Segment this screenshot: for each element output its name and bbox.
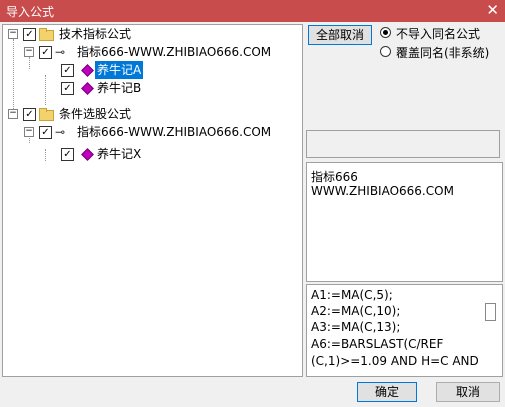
window-title: 导入公式 [6,5,55,19]
tree-leaf-yangniu-x[interactable]: ✓ 养牛记X [3,145,302,163]
close-icon[interactable]: ✕ [486,1,499,19]
ok-button[interactable]: 确定 [357,382,417,402]
folder-icon [39,108,54,121]
description-panel: 指标666 WWW.ZHIBIAO666.COM [306,162,503,282]
tree-leaf-label: 养牛记A [95,61,144,79]
checkbox[interactable]: ✓ [23,108,36,121]
checkbox[interactable]: ✓ [39,46,52,59]
tree-node-label: 条件选股公式 [59,107,132,121]
skip-duplicates-label[interactable]: 不导入同名公式 [396,25,480,42]
scrollbar-thumb[interactable] [485,303,496,321]
code-line: A1:=MA(C,5); [311,288,393,302]
formula-icon [81,148,94,161]
tree-node-indicator-666[interactable]: − ✓ ⊸ 指标666-WWW.ZHIBIAO666.COM [3,123,302,141]
checkbox[interactable]: ✓ [61,148,74,161]
overwrite-duplicates-label[interactable]: 覆盖同名(非系统) [396,44,489,61]
tree-node-label: 指标666-WWW.ZHIBIAO666.COM [77,125,272,139]
tree-node-indicator-666[interactable]: − ✓ ⊸ 指标666-WWW.ZHIBIAO666.COM [3,43,302,61]
tree-node-label: 技术指标公式 [59,27,132,41]
code-line: A6:=BARSLAST(C/REF [311,337,444,351]
key-icon: ⊸ [55,125,66,139]
code-line: A3:=MA(C,13); [311,320,401,334]
formula-tree[interactable]: − ✓ 技术指标公式 − ✓ ⊸ 指标666-WWW.ZHIBIAO666.CO… [2,24,303,377]
checkbox[interactable]: ✓ [61,64,74,77]
formula-icon [81,82,94,95]
tree-leaf-yangniu-b[interactable]: ✓ 养牛记B [3,79,302,97]
key-icon: ⊸ [55,45,66,59]
tree-node-label: 指标666-WWW.ZHIBIAO666.COM [77,45,272,59]
code-panel[interactable]: A1:=MA(C,5); A2:=MA(C,10); A3:=MA(C,13);… [306,284,503,377]
formula-icon [81,64,94,77]
status-field [306,130,500,158]
cancel-all-button[interactable]: 全部取消 [308,25,372,45]
collapse-icon[interactable]: − [24,127,34,137]
checkbox[interactable]: ✓ [39,126,52,139]
tree-node-group-select[interactable]: − ✓ 条件选股公式 [3,105,302,123]
tree-leaf-label: 养牛记B [97,81,142,95]
collapse-icon[interactable]: − [8,109,18,119]
cancel-button[interactable]: 取消 [436,382,500,402]
collapse-icon[interactable]: − [8,29,18,39]
tree-leaf-yangniu-a[interactable]: ✓ 养牛记A [3,61,302,79]
collapse-icon[interactable]: − [24,47,34,57]
code-line: A2:=MA(C,10); [311,304,401,318]
tree-leaf-label: 养牛记X [97,147,142,161]
description-line: 指标666 [311,170,358,184]
description-line: WWW.ZHIBIAO666.COM [311,184,454,198]
overwrite-duplicates-radio[interactable] [380,46,391,57]
skip-duplicates-radio[interactable] [380,27,391,38]
checkbox[interactable]: ✓ [23,28,36,41]
folder-icon [39,28,54,41]
code-line: (C,1)>=1.09 AND H=C AND [311,354,479,368]
checkbox[interactable]: ✓ [61,82,74,95]
tree-node-group-tech[interactable]: − ✓ 技术指标公式 [3,25,302,43]
title-bar: 导入公式 ✕ [0,0,505,22]
